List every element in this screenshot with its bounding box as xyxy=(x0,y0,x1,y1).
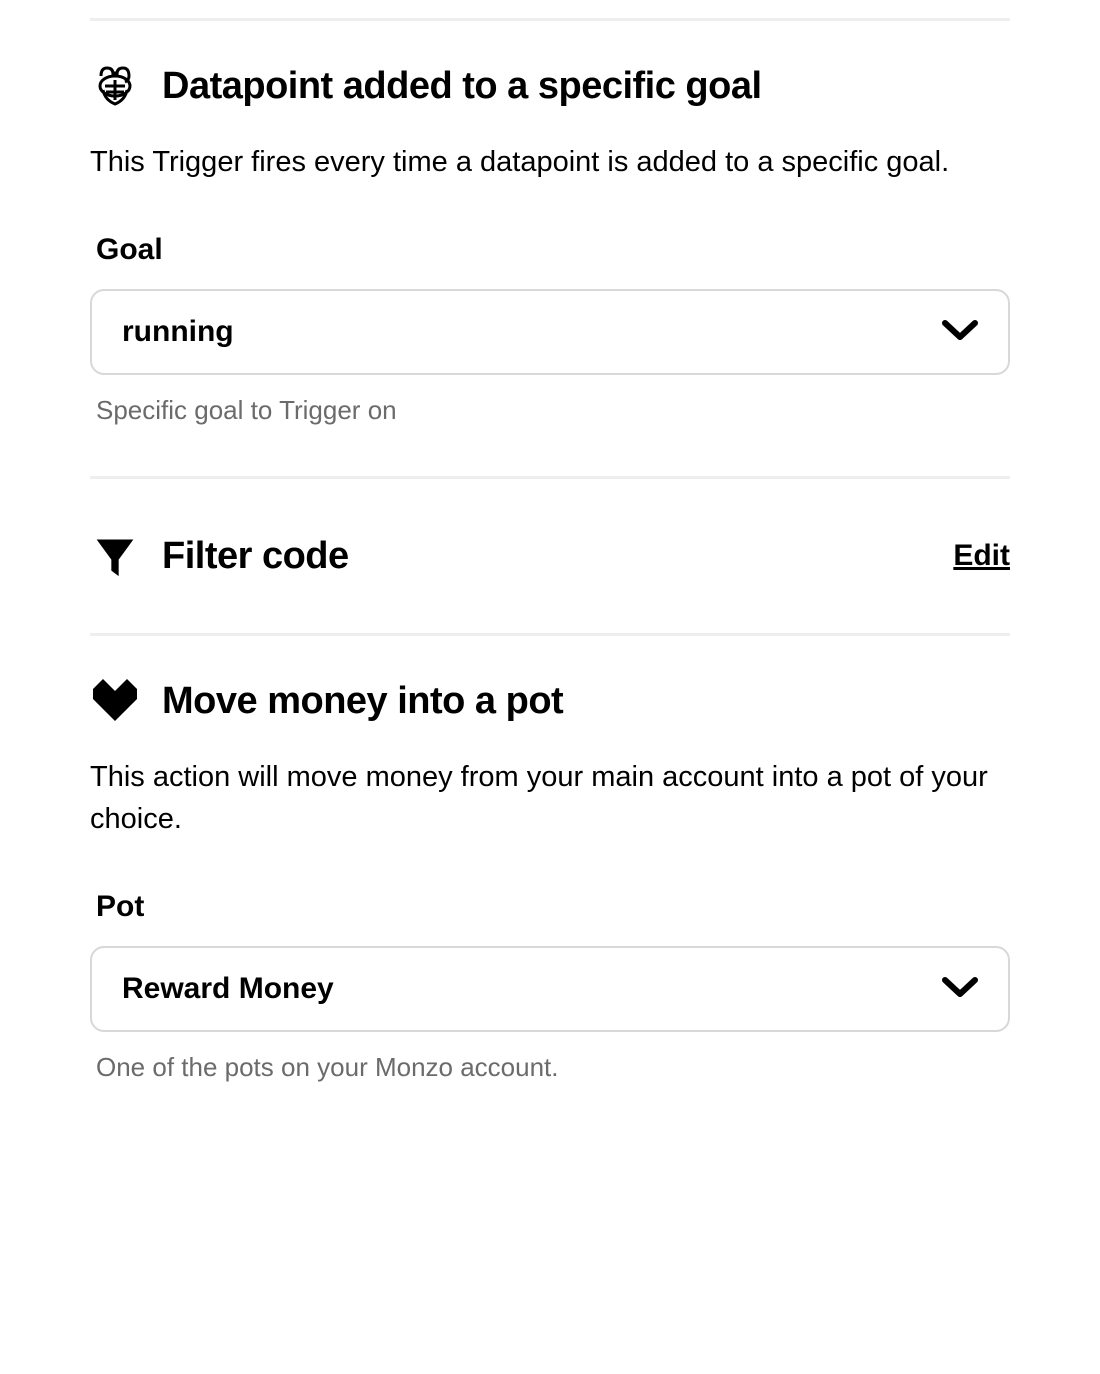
action-section: Move money into a pot This action will m… xyxy=(90,636,1010,1133)
goal-select-value: running xyxy=(122,315,234,349)
action-description: This action will move money from your ma… xyxy=(90,756,1010,840)
edit-link[interactable]: Edit xyxy=(953,539,1010,573)
pot-select[interactable]: Reward Money xyxy=(90,946,1010,1032)
goal-select[interactable]: running xyxy=(90,289,1010,375)
monzo-icon xyxy=(90,676,140,726)
chevron-down-icon xyxy=(942,319,978,346)
filter-section: Filter code Edit xyxy=(90,479,1010,633)
chevron-down-icon xyxy=(942,976,978,1003)
trigger-title: Datapoint added to a specific goal xyxy=(162,65,762,108)
trigger-description: This Trigger fires every time a datapoin… xyxy=(90,141,1010,183)
action-title: Move money into a pot xyxy=(162,680,563,723)
pot-label: Pot xyxy=(90,890,1010,924)
goal-label: Goal xyxy=(90,233,1010,267)
pot-hint: One of the pots on your Monzo account. xyxy=(90,1052,1010,1083)
trigger-section: Datapoint added to a specific goal This … xyxy=(90,21,1010,476)
goal-hint: Specific goal to Trigger on xyxy=(90,395,1010,426)
trigger-header: Datapoint added to a specific goal xyxy=(90,61,1010,111)
beeminder-icon xyxy=(90,61,140,111)
pot-select-value: Reward Money xyxy=(122,972,334,1006)
filter-icon xyxy=(90,531,140,581)
action-header: Move money into a pot xyxy=(90,676,1010,726)
filter-title: Filter code xyxy=(162,535,349,578)
